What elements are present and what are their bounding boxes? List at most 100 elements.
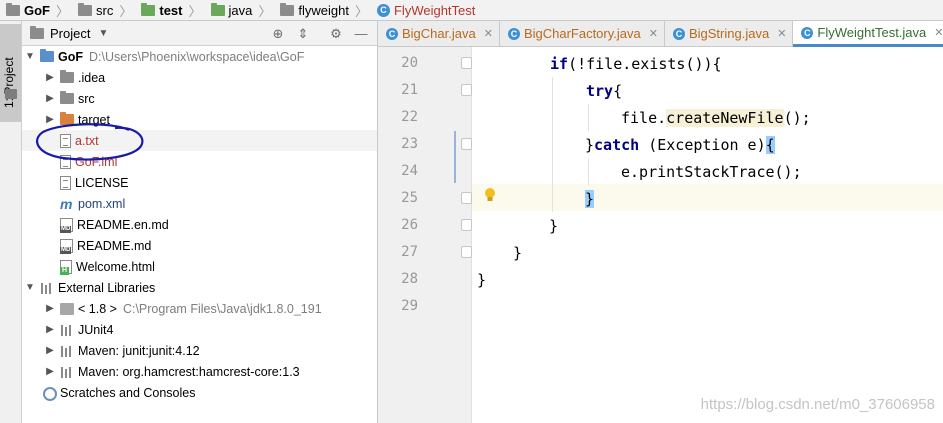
locate-icon[interactable]: ⊕ xyxy=(270,26,286,42)
line-number: 27 xyxy=(401,244,418,260)
class-icon: C xyxy=(672,27,685,40)
scratches-icon xyxy=(42,386,57,401)
close-icon[interactable]: ✕ xyxy=(649,27,658,40)
module-folder-icon xyxy=(40,49,54,62)
class-icon: C xyxy=(386,27,398,40)
panel-title: Project xyxy=(50,25,91,41)
tree-item-gof[interactable]: ▼ GoF D:\Users\Phoenix\workspace\idea\Go… xyxy=(22,46,377,67)
close-icon[interactable]: ✕ xyxy=(777,27,786,40)
code-line-27: } xyxy=(513,244,523,262)
project-folder-icon xyxy=(30,25,44,39)
tree-item-license[interactable]: LICENSE xyxy=(22,172,377,193)
tab-bigcharfactory[interactable]: C BigCharFactory.java ✕ xyxy=(500,21,665,46)
fold-marker-icon[interactable] xyxy=(461,57,472,69)
chevron-down-icon[interactable]: ▼ xyxy=(24,51,36,62)
chevron-right-icon[interactable]: ▶ xyxy=(44,366,56,377)
fold-marker-icon[interactable] xyxy=(461,138,472,150)
folder-icon xyxy=(78,2,93,16)
breadcrumb-item-flyweight[interactable]: flyweight 〉 xyxy=(278,0,375,21)
tree-item-maven-hamcrest[interactable]: ▶ Maven: org.hamcrest:hamcrest-core:1.3 xyxy=(22,361,377,382)
fold-marker-icon[interactable] xyxy=(461,219,472,231)
breadcrumb-item-test[interactable]: test 〉 xyxy=(139,0,208,21)
library-icon xyxy=(60,345,74,357)
fold-marker-icon[interactable] xyxy=(461,246,472,258)
fold-marker-icon[interactable] xyxy=(461,84,472,96)
watermark: https://blog.csdn.net/m0_37606958 xyxy=(700,396,935,413)
tree-item-maven-junit[interactable]: ▶ Maven: junit:junit:4.12 xyxy=(22,340,377,361)
indent-guide xyxy=(588,158,589,185)
breadcrumb-item-src[interactable]: src 〉 xyxy=(76,0,139,21)
navigation-breadcrumb: GoF 〉 src 〉 test 〉 java 〉 flyweight 〉 C … xyxy=(0,0,943,21)
class-icon: C xyxy=(376,3,390,17)
code-line-22: file.createNewFile(); xyxy=(621,109,811,127)
file-icon xyxy=(60,175,71,190)
markdown-icon xyxy=(60,217,73,233)
project-panel: Project ▼ ⊕ ⇕ ⚙ — ▼ GoF D:\Users\Phoenix… xyxy=(22,21,378,423)
editor-gutter: 20 21 22 23 24 25 26 27 28 29 xyxy=(378,47,472,423)
hide-icon[interactable]: — xyxy=(353,26,369,42)
line-number: 22 xyxy=(401,109,418,125)
tree-item-external-libraries[interactable]: ▼ External Libraries xyxy=(22,277,377,298)
class-icon: C xyxy=(801,26,814,39)
gear-icon[interactable]: ⚙ xyxy=(328,26,344,42)
chevron-right-icon: 〉 xyxy=(188,3,202,19)
tree-item-welcome-html[interactable]: Welcome.html xyxy=(22,256,377,277)
close-icon[interactable]: ✕ xyxy=(484,27,493,40)
iml-file-icon xyxy=(60,154,71,169)
package-icon xyxy=(280,2,295,16)
collapse-all-icon[interactable]: ⇕ xyxy=(295,26,311,42)
tab-flyweighttest[interactable]: C FlyWeightTest.java ✕ xyxy=(793,21,943,47)
chevron-right-icon: 〉 xyxy=(56,3,70,19)
chevron-down-icon[interactable]: ▼ xyxy=(24,282,36,293)
lightbulb-icon[interactable] xyxy=(484,187,496,203)
tree-item-pom-xml[interactable]: m pom.xml xyxy=(22,193,377,214)
tree-item-jdk[interactable]: ▶ < 1.8 > C:\Program Files\Java\jdk1.8.0… xyxy=(22,298,377,319)
tab-bigchar[interactable]: C BigChar.java ✕ xyxy=(378,21,500,46)
folder-icon xyxy=(210,2,225,16)
library-icon xyxy=(60,324,74,336)
tree-item-junit4[interactable]: ▶ JUnit4 xyxy=(22,319,377,340)
chevron-right-icon[interactable]: ▶ xyxy=(44,114,56,125)
code-line-21: try{ xyxy=(586,82,623,100)
chevron-right-icon[interactable]: ▶ xyxy=(44,324,56,335)
tree-item-readme-en-md[interactable]: README.en.md xyxy=(22,214,377,235)
folder-icon xyxy=(141,2,156,16)
code-line-20: if(!file.exists()){ xyxy=(550,55,722,73)
chevron-right-icon: 〉 xyxy=(119,3,133,19)
fold-marker-icon[interactable] xyxy=(461,192,472,204)
breadcrumb-item-java[interactable]: java 〉 xyxy=(209,0,279,21)
code-line-23: }catch (Exception e){ xyxy=(585,136,775,154)
indent-guide xyxy=(588,104,589,131)
tree-item-idea[interactable]: ▶ .idea xyxy=(22,67,377,88)
jdk-icon xyxy=(60,302,74,315)
tree-item-scratches[interactable]: Scratches and Consoles xyxy=(22,382,377,403)
library-icon xyxy=(40,282,54,294)
breadcrumb-item-flyweighttest[interactable]: C FlyWeightTest xyxy=(375,0,477,21)
project-tool-button[interactable]: 1: Project xyxy=(0,24,21,122)
tree-item-target[interactable]: ▶ target xyxy=(22,109,377,130)
tree-item-readme-md[interactable]: README.md xyxy=(22,235,377,256)
tree-item-a-txt[interactable]: a.txt xyxy=(22,130,377,151)
tree-item-src[interactable]: ▶ src xyxy=(22,88,377,109)
project-view-selector[interactable]: Project ▼ xyxy=(22,25,108,41)
line-number: 23 xyxy=(401,136,418,152)
line-number: 26 xyxy=(401,217,418,233)
code-editor[interactable]: 20 21 22 23 24 25 26 27 28 29 if(!file.e… xyxy=(378,47,943,423)
tree-item-gof-iml[interactable]: GoF.iml xyxy=(22,151,377,172)
project-panel-header: Project ▼ ⊕ ⇕ ⚙ — xyxy=(22,21,377,46)
close-icon[interactable]: ✕ xyxy=(934,26,943,39)
code-line-25: } xyxy=(585,190,595,208)
folder-icon xyxy=(60,70,74,83)
code-line-28: } xyxy=(477,271,487,289)
excluded-folder-icon xyxy=(60,112,74,125)
line-number: 25 xyxy=(401,190,418,206)
tab-bigstring[interactable]: C BigString.java ✕ xyxy=(665,21,794,46)
chevron-right-icon[interactable]: ▶ xyxy=(44,345,56,356)
chevron-right-icon[interactable]: ▶ xyxy=(44,303,56,314)
project-tree: ▼ GoF D:\Users\Phoenix\workspace\idea\Go… xyxy=(22,46,377,403)
chevron-right-icon[interactable]: ▶ xyxy=(44,72,56,83)
folder-icon xyxy=(6,2,20,16)
chevron-right-icon[interactable]: ▶ xyxy=(44,93,56,104)
text-file-icon xyxy=(60,133,71,148)
change-marker xyxy=(454,131,456,183)
